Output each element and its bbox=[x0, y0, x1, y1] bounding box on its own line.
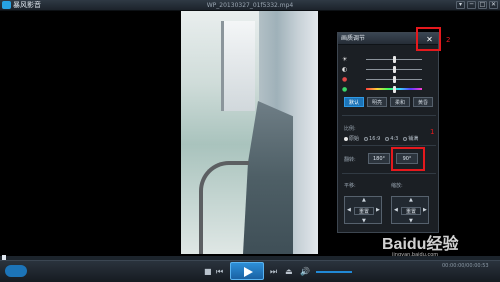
file-title: WP_20130327_01f5332.mp4 bbox=[206, 2, 294, 9]
rotate-label: 翻转: bbox=[344, 157, 356, 163]
next-button[interactable]: ⏭ bbox=[270, 267, 277, 276]
preset-buttons: 默认 明亮 柔和 黄昏 bbox=[344, 97, 433, 107]
ratio-16-9-radio[interactable]: 16:9 bbox=[364, 135, 380, 142]
preset-default-button[interactable]: 默认 bbox=[344, 97, 364, 107]
divider bbox=[342, 145, 436, 146]
slider-knob[interactable] bbox=[392, 66, 396, 73]
pan-up-icon[interactable]: ▲ bbox=[362, 197, 366, 203]
hue-slider[interactable]: ● bbox=[342, 85, 436, 94]
zoom-in-icon[interactable]: ▲ bbox=[409, 197, 413, 203]
title-bar: 暴风影音 WP_20130327_01f5332.mp4 ▾ ─ □ ✕ bbox=[0, 0, 500, 11]
pan-down-icon[interactable]: ▼ bbox=[362, 218, 366, 224]
saturation-slider[interactable]: ● bbox=[342, 75, 436, 84]
time-display: 00:00:00/00:00:53 bbox=[442, 263, 489, 269]
radio-dot bbox=[364, 136, 369, 141]
radio-dot bbox=[385, 136, 390, 141]
volume-slider[interactable] bbox=[316, 271, 352, 273]
preset-bright-button[interactable]: 明亮 bbox=[367, 97, 387, 107]
marker-1: 1 bbox=[430, 128, 435, 136]
rotate-highlight-box bbox=[391, 147, 425, 171]
zoom-left-icon[interactable]: ◀ bbox=[394, 207, 398, 213]
contrast-slider[interactable]: ◐ bbox=[342, 65, 436, 74]
pan-reset-button[interactable]: 重置 bbox=[354, 207, 374, 215]
hue-icon: ● bbox=[342, 86, 348, 93]
eject-button[interactable]: ⏏ bbox=[285, 267, 293, 276]
play-button[interactable] bbox=[230, 262, 264, 280]
baidu-watermark: Baidu经验 bbox=[382, 236, 459, 253]
control-bar: ■ ⏮ ⏭ ⏏ 🔊 00:00:00/00:00:53 bbox=[0, 260, 500, 282]
ratio-fill-radio[interactable]: 铺满 bbox=[403, 135, 418, 142]
pan-label: 平移: bbox=[344, 183, 356, 189]
pan-right-icon[interactable]: ▶ bbox=[376, 207, 380, 213]
zoom-control[interactable]: ▲ ▼ ◀ ▶ 重置 bbox=[391, 196, 429, 224]
zoom-reset-button[interactable]: 重置 bbox=[401, 207, 421, 215]
eye-mode-button[interactable] bbox=[5, 265, 27, 277]
rotate-180-button[interactable]: 180° bbox=[368, 153, 390, 164]
ratio-label: 比例: bbox=[344, 126, 356, 132]
ratio-4-3-radio[interactable]: 4:3 bbox=[385, 135, 398, 142]
slider-knob[interactable] bbox=[392, 56, 396, 63]
window-controls: ▾ ─ □ ✕ bbox=[456, 1, 498, 9]
stop-button[interactable]: ■ bbox=[204, 267, 212, 276]
maximize-button[interactable]: □ bbox=[478, 1, 487, 9]
ratio-options: 原始 16:9 4:3 铺满 bbox=[344, 135, 418, 142]
divider bbox=[342, 173, 436, 174]
divider bbox=[342, 115, 436, 116]
ratio-option-label: 16:9 bbox=[369, 135, 381, 142]
video-frame[interactable] bbox=[181, 11, 318, 254]
radio-dot bbox=[403, 136, 408, 141]
volume-icon[interactable]: 🔊 bbox=[300, 267, 310, 276]
menu-button[interactable]: ▾ bbox=[456, 1, 465, 9]
zoom-label: 缩放: bbox=[391, 183, 403, 189]
slider-knob[interactable] bbox=[392, 76, 396, 83]
zoom-out-icon[interactable]: ▼ bbox=[409, 218, 413, 224]
close-window-button[interactable]: ✕ bbox=[489, 1, 498, 9]
brightness-icon: ☀ bbox=[342, 56, 348, 63]
video-boat bbox=[221, 21, 255, 111]
radio-dot bbox=[344, 136, 348, 141]
brightness-slider[interactable]: ☀ bbox=[342, 55, 436, 64]
ratio-original-radio[interactable]: 原始 bbox=[344, 135, 359, 142]
picture-adjust-panel: 画质调节 ✕ ☀ ◐ ● ● 默认 明亮 柔和 黄昏 比例: 原始 16:9 4… bbox=[337, 32, 439, 233]
panel-title: 画质调节 bbox=[341, 35, 366, 42]
zoom-right-icon[interactable]: ▶ bbox=[423, 207, 427, 213]
prev-button[interactable]: ⏮ bbox=[216, 267, 223, 276]
ratio-option-label: 铺满 bbox=[408, 136, 419, 142]
pan-left-icon[interactable]: ◀ bbox=[347, 207, 351, 213]
preset-soft-button[interactable]: 柔和 bbox=[390, 97, 410, 107]
minimize-button[interactable]: ─ bbox=[467, 1, 476, 9]
marker-2: 2 bbox=[446, 36, 451, 44]
close-highlight-box bbox=[416, 27, 441, 51]
pan-control[interactable]: ▲ ▼ ◀ ▶ 重置 bbox=[344, 196, 382, 224]
slider-knob[interactable] bbox=[392, 86, 396, 93]
preset-dusk-button[interactable]: 黄昏 bbox=[413, 97, 433, 107]
play-icon bbox=[244, 267, 253, 277]
contrast-icon: ◐ bbox=[342, 66, 348, 73]
saturation-icon: ● bbox=[342, 76, 348, 83]
ratio-option-label: 原始 bbox=[349, 136, 360, 142]
ratio-option-label: 4:3 bbox=[390, 135, 399, 142]
video-railing bbox=[199, 161, 249, 254]
